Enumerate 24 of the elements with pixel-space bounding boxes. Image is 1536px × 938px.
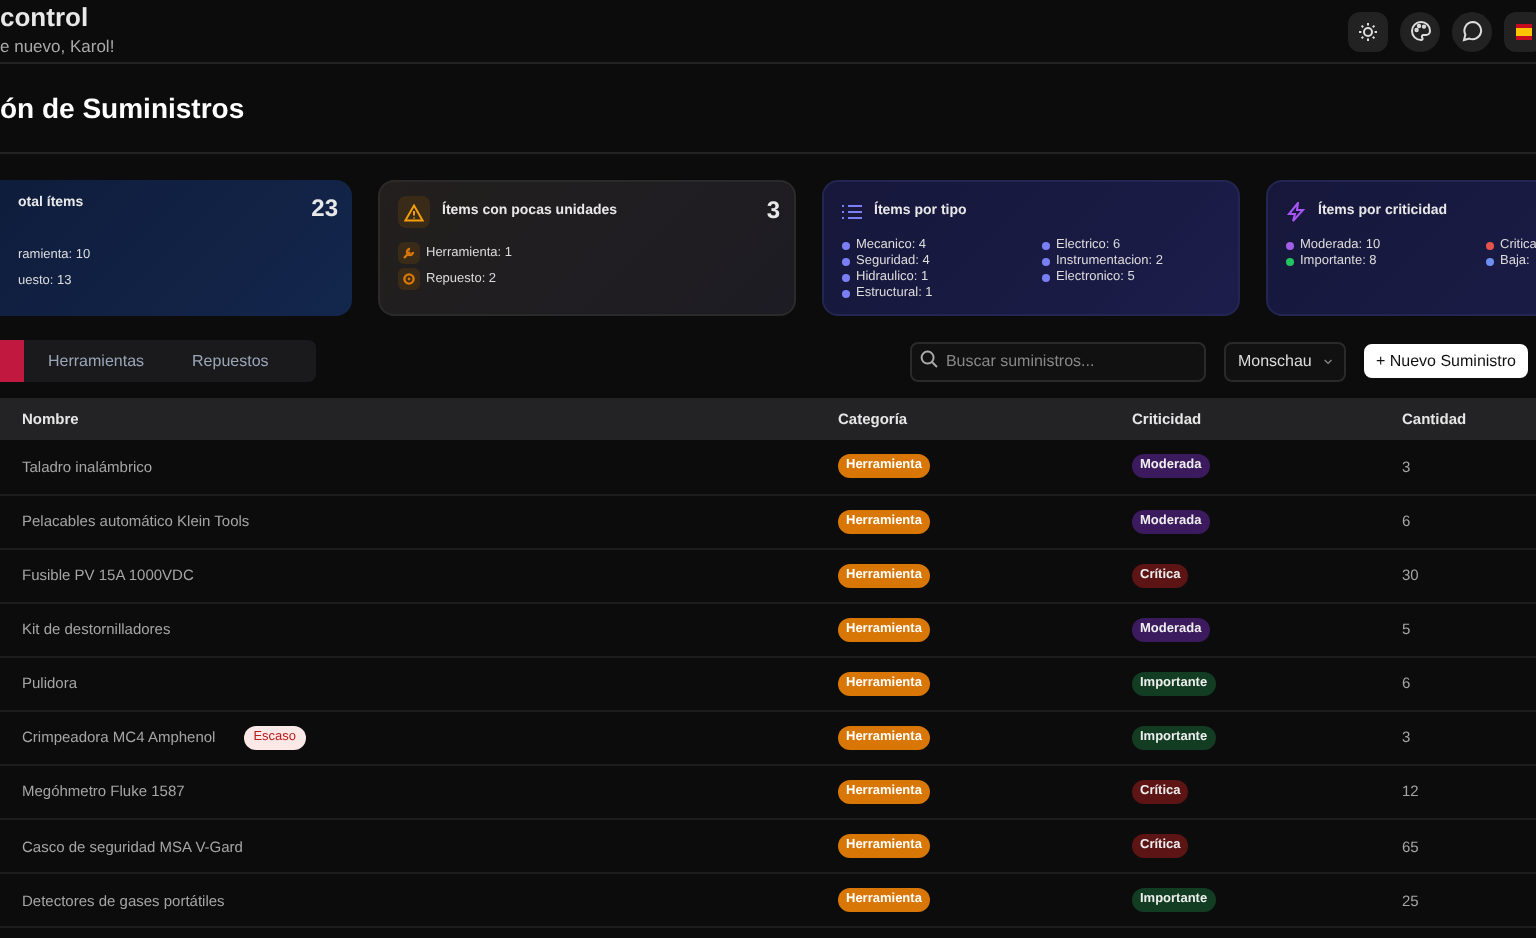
caret-icon <box>1323 357 1332 365</box>
palette-button[interactable] <box>1400 11 1440 51</box>
theme-button[interactable] <box>1348 11 1388 51</box>
flag-icon <box>1516 23 1532 39</box>
chat-button[interactable] <box>1452 11 1492 51</box>
tab[interactable]: Herramientas <box>24 340 169 382</box>
card-value: 3 <box>766 194 780 228</box>
wrench-icon <box>402 246 416 260</box>
new-supply-button[interactable]: + Nuevo Suministro <box>1363 344 1528 378</box>
sun-icon <box>1358 21 1378 41</box>
search-field[interactable]: Buscar suministros... <box>909 341 1206 382</box>
warning-icon <box>404 203 424 221</box>
app-title: control <box>0 2 91 35</box>
page-title: ón de Suministros <box>0 64 1536 154</box>
tab[interactable]: Repuestos <box>168 340 293 382</box>
gear-icon <box>402 272 416 286</box>
welcome-text: e nuevo, Karol! <box>0 34 115 60</box>
list-icon <box>842 204 862 220</box>
language-button[interactable] <box>1504 11 1536 51</box>
palette-icon <box>1409 20 1431 42</box>
location-select[interactable]: Monschau <box>1223 341 1346 381</box>
chat-icon <box>1461 20 1483 42</box>
card-value: 23 <box>311 192 338 226</box>
lightning-icon <box>1286 202 1306 222</box>
